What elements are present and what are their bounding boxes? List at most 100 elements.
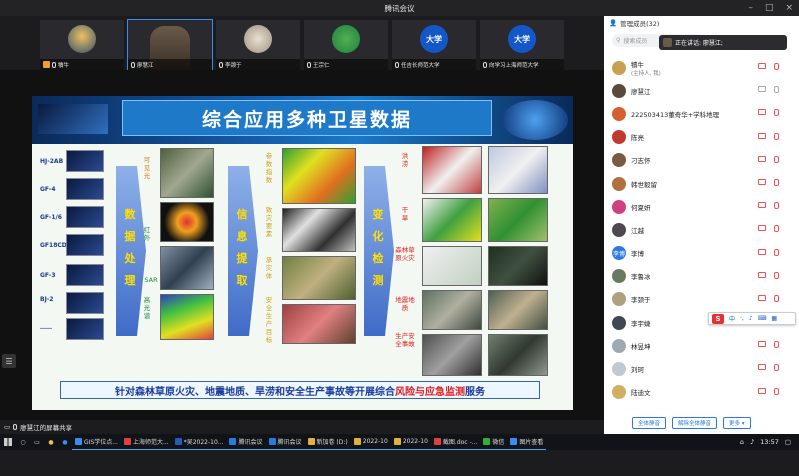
edge-icon[interactable]: ● bbox=[58, 439, 72, 446]
ime-mode-button[interactable]: 中 bbox=[729, 314, 735, 323]
list-item[interactable]: 陆迪文 bbox=[604, 381, 799, 404]
shared-screen[interactable]: 综合应用多种卫星数据 HJ-2AB GF-4 GF-1/6 GF18CD GF-… bbox=[0, 70, 604, 420]
more-button[interactable]: 更多 ▾ bbox=[723, 417, 751, 429]
param-label: 安全生产目标 bbox=[265, 296, 273, 344]
imagery-thumbnail bbox=[160, 202, 214, 242]
video-icon[interactable] bbox=[758, 86, 766, 93]
list-item[interactable]: 犢牛 (主持人, 我) bbox=[604, 56, 799, 79]
list-item[interactable]: 韩世毅留 bbox=[604, 172, 799, 195]
taskbar-item[interactable]: GIS学位点... bbox=[72, 434, 121, 450]
video-off-icon[interactable] bbox=[758, 225, 766, 232]
video-off-icon[interactable] bbox=[758, 155, 766, 162]
mic-off-icon[interactable] bbox=[774, 225, 779, 233]
list-item[interactable]: 江越 bbox=[604, 218, 799, 241]
start-button[interactable] bbox=[0, 434, 16, 450]
video-off-icon[interactable] bbox=[758, 132, 766, 139]
search-icon[interactable]: ○ bbox=[16, 439, 30, 446]
taskbar-item[interactable]: 腾讯会议 bbox=[226, 434, 266, 450]
mic-off-icon[interactable] bbox=[774, 178, 779, 186]
menu-icon[interactable]: ☰ bbox=[2, 354, 16, 368]
close-button[interactable]: × bbox=[785, 3, 793, 13]
taskbar-item[interactable]: 2022-10 bbox=[350, 434, 391, 450]
ime-punct-button[interactable]: ·, bbox=[740, 315, 744, 322]
app-icon bbox=[75, 438, 82, 445]
video-off-icon[interactable] bbox=[758, 387, 766, 394]
satellite-image bbox=[66, 150, 104, 172]
mic-off-icon[interactable] bbox=[774, 63, 779, 70]
satellite-image bbox=[66, 292, 104, 314]
ime-skin-icon[interactable]: ▦ bbox=[771, 315, 777, 322]
participant-name: 廖慧江 bbox=[137, 62, 154, 69]
satellite-image bbox=[66, 206, 104, 228]
video-off-icon[interactable] bbox=[758, 271, 766, 278]
notification-icon[interactable]: ▢ bbox=[785, 438, 791, 446]
taskbar-item[interactable]: 微信 bbox=[480, 434, 508, 450]
slide-footer: 针对森林草原火灾、地震地质、旱涝和安全生产事故等开展综合 风险与应急监测 服务 bbox=[60, 381, 540, 399]
mic-off-icon[interactable] bbox=[774, 341, 779, 349]
list-item[interactable]: 李博 李博 bbox=[604, 242, 799, 265]
mic-off-icon[interactable] bbox=[774, 364, 779, 372]
taskbar-item[interactable]: 腾讯会议 bbox=[265, 434, 305, 450]
taskbar-item[interactable]: *吴2022-10... bbox=[171, 434, 227, 450]
mic-off-icon[interactable] bbox=[774, 387, 779, 395]
video-tile[interactable]: 犢牛 bbox=[40, 20, 124, 70]
video-tile[interactable]: 廖慧江 bbox=[127, 19, 213, 71]
mic-off-icon[interactable] bbox=[774, 155, 779, 163]
mic-off-icon[interactable] bbox=[774, 294, 779, 302]
photo-viewer-icon bbox=[510, 438, 518, 445]
imagery-thumbnail bbox=[160, 294, 214, 340]
list-item[interactable]: 何夏妍 bbox=[604, 195, 799, 218]
taskbar-item[interactable]: 截图.doc -... bbox=[430, 434, 481, 450]
mic-off-icon[interactable] bbox=[774, 202, 779, 210]
list-item[interactable]: 李颈于 bbox=[604, 288, 799, 311]
avatar bbox=[612, 153, 626, 168]
video-off-icon[interactable] bbox=[758, 202, 766, 209]
ime-toolbar[interactable]: S 中 ·, ♪ ⌨ ▦ bbox=[708, 312, 796, 325]
video-off-icon[interactable] bbox=[758, 248, 766, 255]
mic-off-icon[interactable] bbox=[774, 109, 779, 117]
ime-mic-icon[interactable]: ♪ bbox=[749, 315, 753, 322]
avatar bbox=[612, 83, 626, 98]
taskbar-item[interactable]: 2022-10 bbox=[390, 434, 431, 450]
mic-off-icon[interactable] bbox=[774, 132, 779, 140]
taskbar-item[interactable]: 新加卷 (D:) bbox=[304, 434, 351, 450]
mic-off-icon[interactable] bbox=[774, 248, 779, 256]
browser-icon[interactable]: ● bbox=[44, 439, 58, 446]
video-off-icon[interactable] bbox=[758, 294, 766, 301]
mic-icon bbox=[131, 61, 135, 68]
minimize-button[interactable]: – bbox=[748, 3, 753, 13]
list-item[interactable]: 刘珂 bbox=[604, 357, 799, 380]
participant-name: 向学习上海师范大学 bbox=[489, 62, 539, 69]
video-off-icon[interactable] bbox=[758, 63, 766, 69]
avatar bbox=[612, 222, 626, 237]
mic-off-icon[interactable] bbox=[774, 271, 779, 279]
video-tile[interactable]: 大学 向学习上海师范大学 bbox=[480, 20, 564, 70]
ime-keyboard-icon[interactable]: ⌨ bbox=[758, 315, 767, 322]
video-off-icon[interactable] bbox=[758, 341, 766, 348]
imagery-thumbnail bbox=[488, 334, 548, 376]
taskbar-item[interactable]: 上海师范大... bbox=[120, 434, 172, 450]
clock[interactable]: 13:57 bbox=[760, 438, 779, 446]
video-off-icon[interactable] bbox=[758, 109, 766, 116]
video-off-icon[interactable] bbox=[758, 364, 766, 371]
imagery-thumbnail bbox=[488, 290, 548, 330]
video-tile[interactable]: 李颈于 bbox=[216, 20, 300, 70]
task-view-icon[interactable]: ▭ bbox=[30, 439, 44, 446]
video-tile[interactable]: 王宗仁 bbox=[304, 20, 388, 70]
satellite-image bbox=[66, 318, 104, 340]
list-item[interactable]: 林昱坤 bbox=[604, 334, 799, 357]
network-icon[interactable]: ⌂ bbox=[740, 438, 744, 446]
list-item[interactable]: 廖慧江 bbox=[604, 79, 799, 102]
unmute-all-button[interactable]: 解除全体静音 bbox=[672, 417, 718, 429]
list-item[interactable]: 李鲁冰 bbox=[604, 265, 799, 288]
list-item[interactable]: 222503413董奇华+学科地理 bbox=[604, 102, 799, 125]
mute-all-button[interactable]: 全体静音 bbox=[632, 417, 667, 429]
list-item[interactable]: 刁志怀 bbox=[604, 149, 799, 172]
volume-icon[interactable]: ♪ bbox=[750, 438, 754, 446]
video-off-icon[interactable] bbox=[758, 178, 766, 185]
mic-icon[interactable] bbox=[774, 86, 779, 94]
list-item[interactable]: 陈亮 bbox=[604, 126, 799, 149]
taskbar-item[interactable]: 图片查看 bbox=[507, 434, 547, 450]
video-tile[interactable]: 大学 任吉长师范大学 bbox=[392, 20, 476, 70]
maximize-button[interactable]: □ bbox=[765, 3, 774, 13]
